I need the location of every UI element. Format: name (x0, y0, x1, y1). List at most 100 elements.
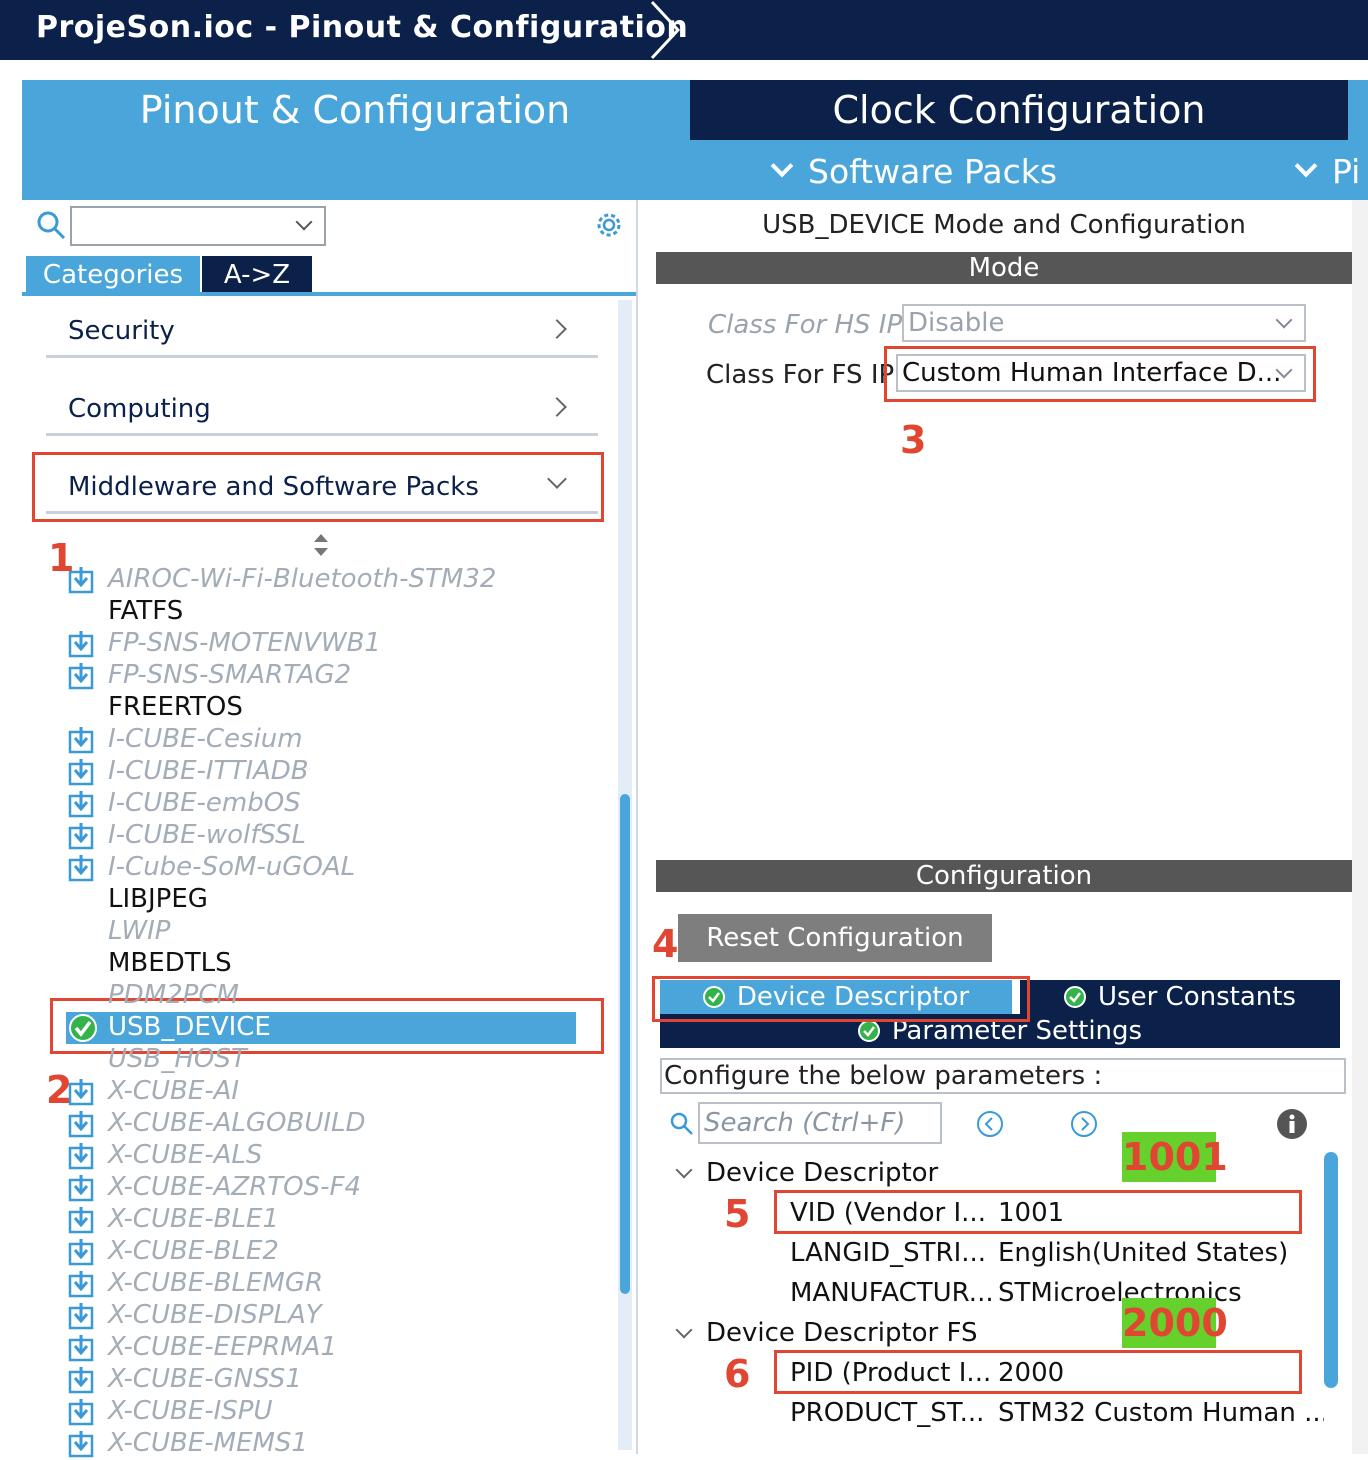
download-icon[interactable] (68, 1078, 94, 1106)
annotation-badge-pid: 2000 (1122, 1298, 1228, 1348)
list-item[interactable]: X-CUBE-AI (108, 1076, 239, 1108)
list-item[interactable]: X-CUBE-DISPLAY (108, 1300, 322, 1332)
software-packs-menu[interactable]: Software Packs (770, 146, 1057, 196)
list-item[interactable]: AIROC-Wi-Fi-Bluetooth-STM32 (108, 564, 496, 596)
list-item[interactable]: X-CUBE-ISPU (108, 1396, 273, 1428)
list-item[interactable]: I-Cube-SoM-uGOAL (108, 852, 355, 884)
download-icon[interactable] (68, 1398, 94, 1426)
pinout-menu-label: Pi (1332, 151, 1361, 191)
param-langid-value[interactable]: English(United States) (998, 1238, 1288, 1268)
list-item[interactable]: LIBJPEG (108, 884, 208, 916)
list-item[interactable]: X-CUBE-BLE2 (108, 1236, 279, 1268)
list-item[interactable]: I-CUBE-ITTIADB (108, 756, 309, 788)
list-item[interactable]: X-CUBE-EEPRMA1 (108, 1332, 337, 1364)
list-item[interactable]: X-CUBE-ALS (108, 1140, 262, 1172)
chevron-right-icon (547, 397, 567, 417)
annotation-box-6 (774, 1350, 1302, 1394)
hs-class-select[interactable]: Disable (902, 304, 1306, 342)
list-item[interactable]: X-CUBE-ALGOBUILD (108, 1108, 366, 1140)
group-device-descriptor[interactable]: Device Descriptor (675, 1158, 938, 1188)
list-item-label: I-CUBE-embOS (108, 788, 301, 818)
download-icon[interactable] (68, 662, 94, 690)
list-item-label: I-CUBE-wolfSSL (108, 820, 306, 850)
tab-clock-configuration[interactable]: Clock Configuration (690, 80, 1348, 140)
list-item[interactable]: LWIP (108, 916, 171, 948)
list-item[interactable]: FREERTOS (108, 692, 243, 724)
tab-a-to-z[interactable]: A->Z (202, 256, 312, 294)
download-icon[interactable] (68, 630, 94, 658)
list-item[interactable]: X-CUBE-BLE1 (108, 1204, 279, 1236)
gear-icon[interactable] (592, 208, 626, 242)
download-icon[interactable] (68, 566, 94, 594)
list-item[interactable]: FP-SNS-MOTENVWB1 (108, 628, 381, 660)
download-icon[interactable] (68, 1430, 94, 1458)
list-item-label: I-CUBE-ITTIADB (108, 756, 309, 786)
list-item-label: X-CUBE-ISPU (108, 1396, 273, 1426)
list-item[interactable]: I-CUBE-Cesium (108, 724, 303, 756)
download-icon[interactable] (68, 1238, 94, 1266)
search-combobox[interactable] (70, 206, 326, 246)
tab-pinout-configuration[interactable]: Pinout & Configuration (22, 80, 688, 140)
list-item-label: FP-SNS-MOTENVWB1 (108, 628, 381, 658)
download-icon[interactable] (68, 822, 94, 850)
tab-categories[interactable]: Categories (26, 256, 200, 294)
annotation-box-4 (652, 976, 1030, 1022)
download-icon[interactable] (68, 1366, 94, 1394)
group-device-descriptor-fs[interactable]: Device Descriptor FS (675, 1318, 978, 1348)
reset-configuration-button[interactable]: Reset Configuration (678, 914, 992, 962)
mode-panel-title: USB_DEVICE Mode and Configuration (762, 210, 1246, 240)
configure-hint: Configure the below parameters : (660, 1058, 1346, 1094)
download-icon[interactable] (68, 1174, 94, 1202)
download-icon[interactable] (68, 1334, 94, 1362)
download-icon[interactable] (68, 1302, 94, 1330)
check-circle-icon (857, 1020, 880, 1042)
param-product-value[interactable]: STM32 Custom Human ... (998, 1398, 1329, 1428)
list-item[interactable]: I-CUBE-embOS (108, 788, 301, 820)
download-icon[interactable] (68, 758, 94, 786)
download-icon[interactable] (68, 726, 94, 754)
list-item[interactable]: USB_DEVICE (108, 1012, 271, 1044)
previous-result-icon[interactable] (976, 1110, 1004, 1138)
right-edge-strip (1352, 200, 1368, 1454)
list-item[interactable]: X-CUBE-MEMS1 (108, 1428, 308, 1460)
download-icon[interactable] (68, 1270, 94, 1298)
search-icon[interactable] (36, 210, 66, 240)
download-icon[interactable] (68, 1110, 94, 1138)
list-item[interactable]: I-CUBE-wolfSSL (108, 820, 306, 852)
tab-user-constants[interactable]: User Constants (1020, 980, 1340, 1014)
download-icon[interactable] (68, 1142, 94, 1170)
category-computing[interactable]: Computing (46, 380, 598, 436)
hs-class-value: Disable (908, 308, 1005, 338)
list-item[interactable]: PDM2PCM (108, 980, 239, 1012)
list-item[interactable]: X-CUBE-AZRTOS-F4 (108, 1172, 361, 1204)
info-icon[interactable] (1276, 1108, 1308, 1140)
list-scrollbar-thumb[interactable] (620, 794, 630, 1294)
param-langid-name[interactable]: LANGID_STRI... (790, 1238, 986, 1268)
list-item-label: FATFS (108, 596, 184, 626)
category-security[interactable]: Security (46, 302, 598, 358)
annotation-number: 6 (724, 1352, 751, 1396)
download-icon[interactable] (68, 1206, 94, 1234)
list-item[interactable]: FATFS (108, 596, 183, 628)
param-manufacturer-name[interactable]: MANUFACTUR... (790, 1278, 994, 1308)
list-item[interactable]: MBEDTLS (108, 948, 232, 980)
list-item-label: FP-SNS-SMARTAG2 (108, 660, 352, 690)
download-icon[interactable] (68, 854, 94, 882)
next-result-icon[interactable] (1070, 1110, 1098, 1138)
list-item[interactable]: USB_HOST (108, 1044, 247, 1076)
list-item-label: X-CUBE-MEMS1 (108, 1428, 308, 1458)
list-item[interactable]: X-CUBE-GNSS1 (108, 1364, 302, 1396)
fs-class-label: Class For FS IP (706, 360, 895, 390)
parameter-scrollbar-thumb[interactable] (1324, 1152, 1338, 1388)
pinout-menu[interactable]: Pi (1294, 146, 1361, 196)
download-icon[interactable] (68, 790, 94, 818)
list-item[interactable]: X-CUBE-BLEMGR (108, 1268, 323, 1300)
sort-icon[interactable] (314, 534, 328, 556)
search-icon[interactable] (670, 1112, 694, 1136)
configuration-section-bar: Configuration (656, 860, 1352, 892)
param-product-name[interactable]: PRODUCT_ST... (790, 1398, 984, 1428)
check-circle-icon (69, 1014, 97, 1042)
parameter-search-input[interactable]: Search (Ctrl+F) (698, 1102, 942, 1144)
title-bar: ProjeSon.ioc - Pinout & Configuration (0, 0, 1368, 60)
list-item[interactable]: FP-SNS-SMARTAG2 (108, 660, 351, 692)
